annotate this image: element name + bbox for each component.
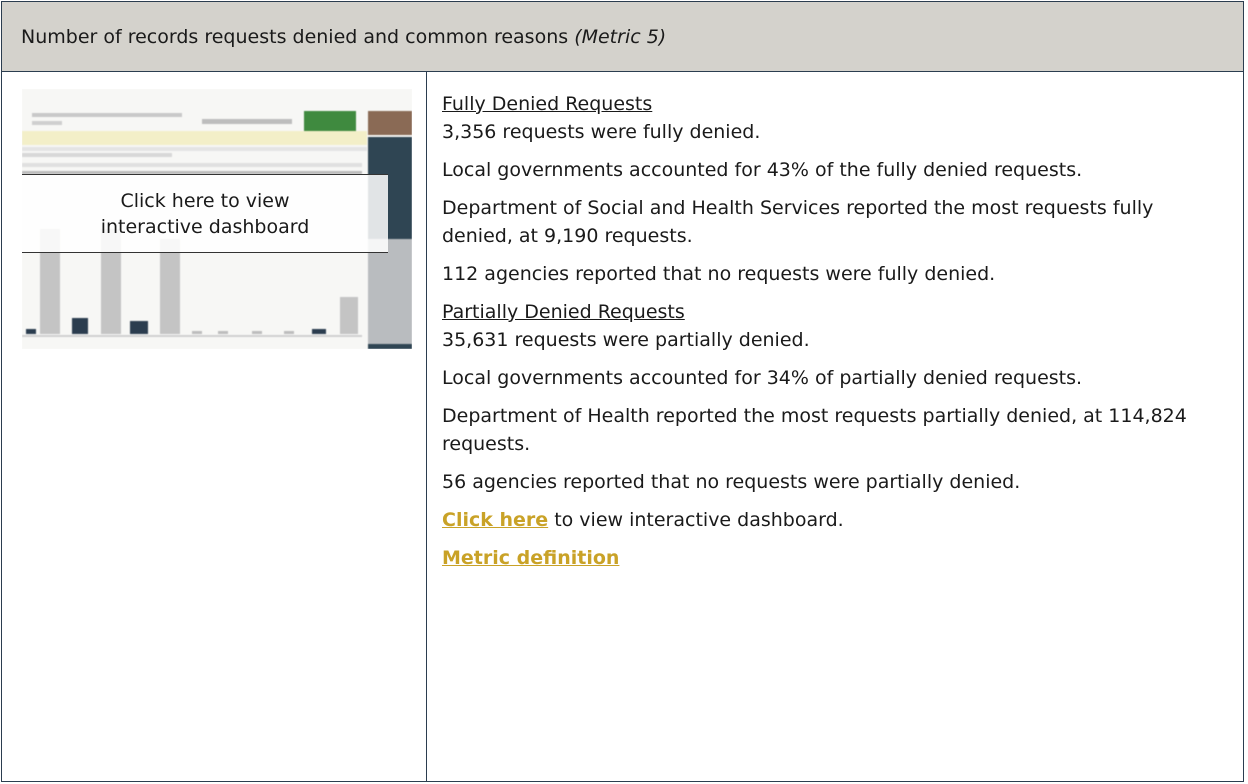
partially-denied-top-agency: Department of Health reported the most r… — [442, 405, 1187, 455]
partially-denied-heading: Partially Denied Requests — [442, 301, 685, 323]
header-metric-label: (Metric 5) — [574, 26, 667, 48]
table-header: Number of records requests denied and co… — [2, 2, 1243, 72]
fully-denied-heading: Fully Denied Requests — [442, 93, 653, 115]
metric-table: Number of records requests denied and co… — [1, 1, 1244, 782]
overlay-line-2: interactive dashboard — [100, 215, 310, 238]
dashboard-thumbnail[interactable]: Click here to view interactive dashboard — [22, 89, 412, 349]
metric-summary: Fully Denied Requests 3,356 requests wer… — [442, 90, 1222, 582]
fully-denied-top-agency: Department of Social and Health Services… — [442, 197, 1154, 247]
overlay-line-1: Click here to view — [120, 189, 290, 212]
click-here-suffix: to view interactive dashboard. — [548, 509, 844, 531]
fully-denied-local-share: Local governments accounted for 43% of t… — [442, 159, 1083, 181]
fully-denied-total-paragraph: Fully Denied Requests 3,356 requests wer… — [442, 90, 1222, 146]
dashboard-link-paragraph: Click here to view interactive dashboard… — [442, 506, 1222, 534]
fully-denied-none-count: 112 agencies reported that no requests w… — [442, 263, 996, 285]
column-divider — [426, 72, 427, 781]
fully-denied-total: 3,356 requests were fully denied. — [442, 121, 761, 143]
metric-definition-link[interactable]: Metric definition — [442, 547, 619, 569]
header-title-text: Number of records requests denied and co… — [21, 26, 569, 48]
partially-denied-total: 35,631 requests were partially denied. — [442, 329, 810, 351]
header-title: Number of records requests denied and co… — [21, 2, 666, 72]
click-here-link[interactable]: Click here — [442, 509, 548, 531]
partially-denied-none-count: 56 agencies reported that no requests we… — [442, 471, 1021, 493]
partially-denied-total-paragraph: Partially Denied Requests 35,631 request… — [442, 298, 1222, 354]
dashboard-overlay-link[interactable]: Click here to view interactive dashboard — [22, 174, 388, 253]
partially-denied-local-share: Local governments accounted for 34% of p… — [442, 367, 1083, 389]
metric-definition-paragraph: Metric definition — [442, 544, 1222, 572]
